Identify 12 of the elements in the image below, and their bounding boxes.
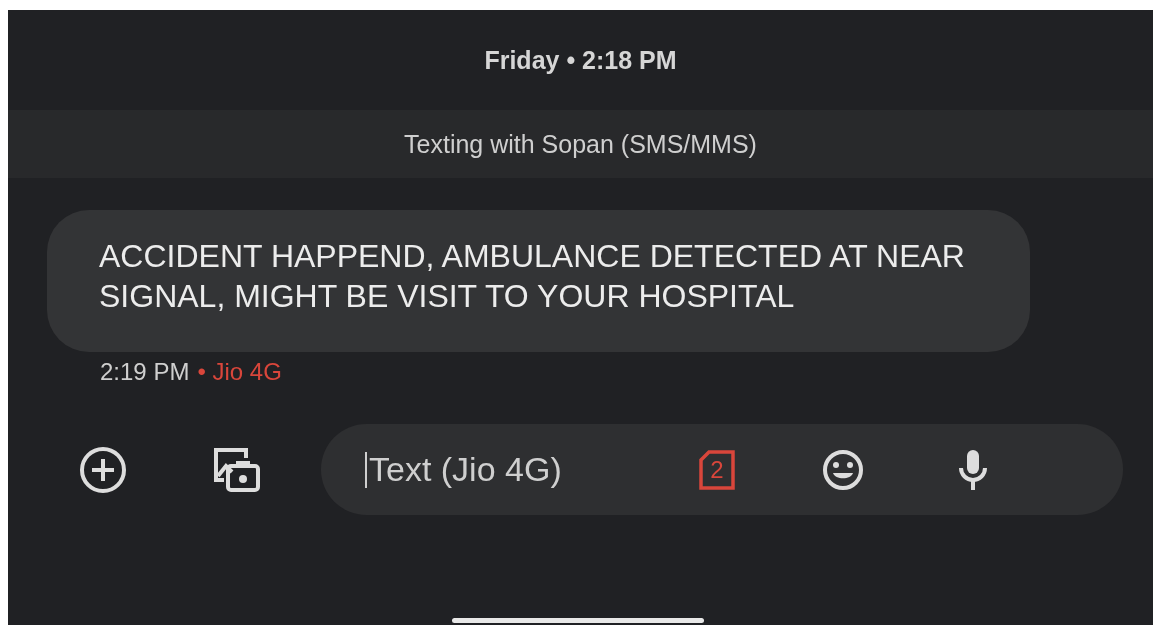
date-header: Friday • 2:18 PM — [484, 45, 677, 75]
network-label: • Jio 4G — [197, 358, 282, 386]
microphone-icon — [957, 447, 989, 492]
sim-badge[interactable]: 2 — [699, 449, 735, 490]
message-field[interactable]: Text (Jio 4G) 2 — [321, 424, 1123, 515]
conversation-banner: Texting with Sopan (SMS/MMS) — [8, 110, 1153, 178]
message-text: ACCIDENT HAPPEND, AMBULANCE DETECTED AT NEAR SIGNAL, MIGHT BE VISIT TO YOUR HOSPITAL — [99, 237, 966, 316]
text-cursor — [365, 451, 367, 488]
smiley-icon — [821, 447, 865, 492]
plus-icon — [78, 444, 128, 495]
message-input[interactable]: Text (Jio 4G) — [367, 450, 699, 489]
message-time: 2:19 PM — [100, 358, 190, 386]
